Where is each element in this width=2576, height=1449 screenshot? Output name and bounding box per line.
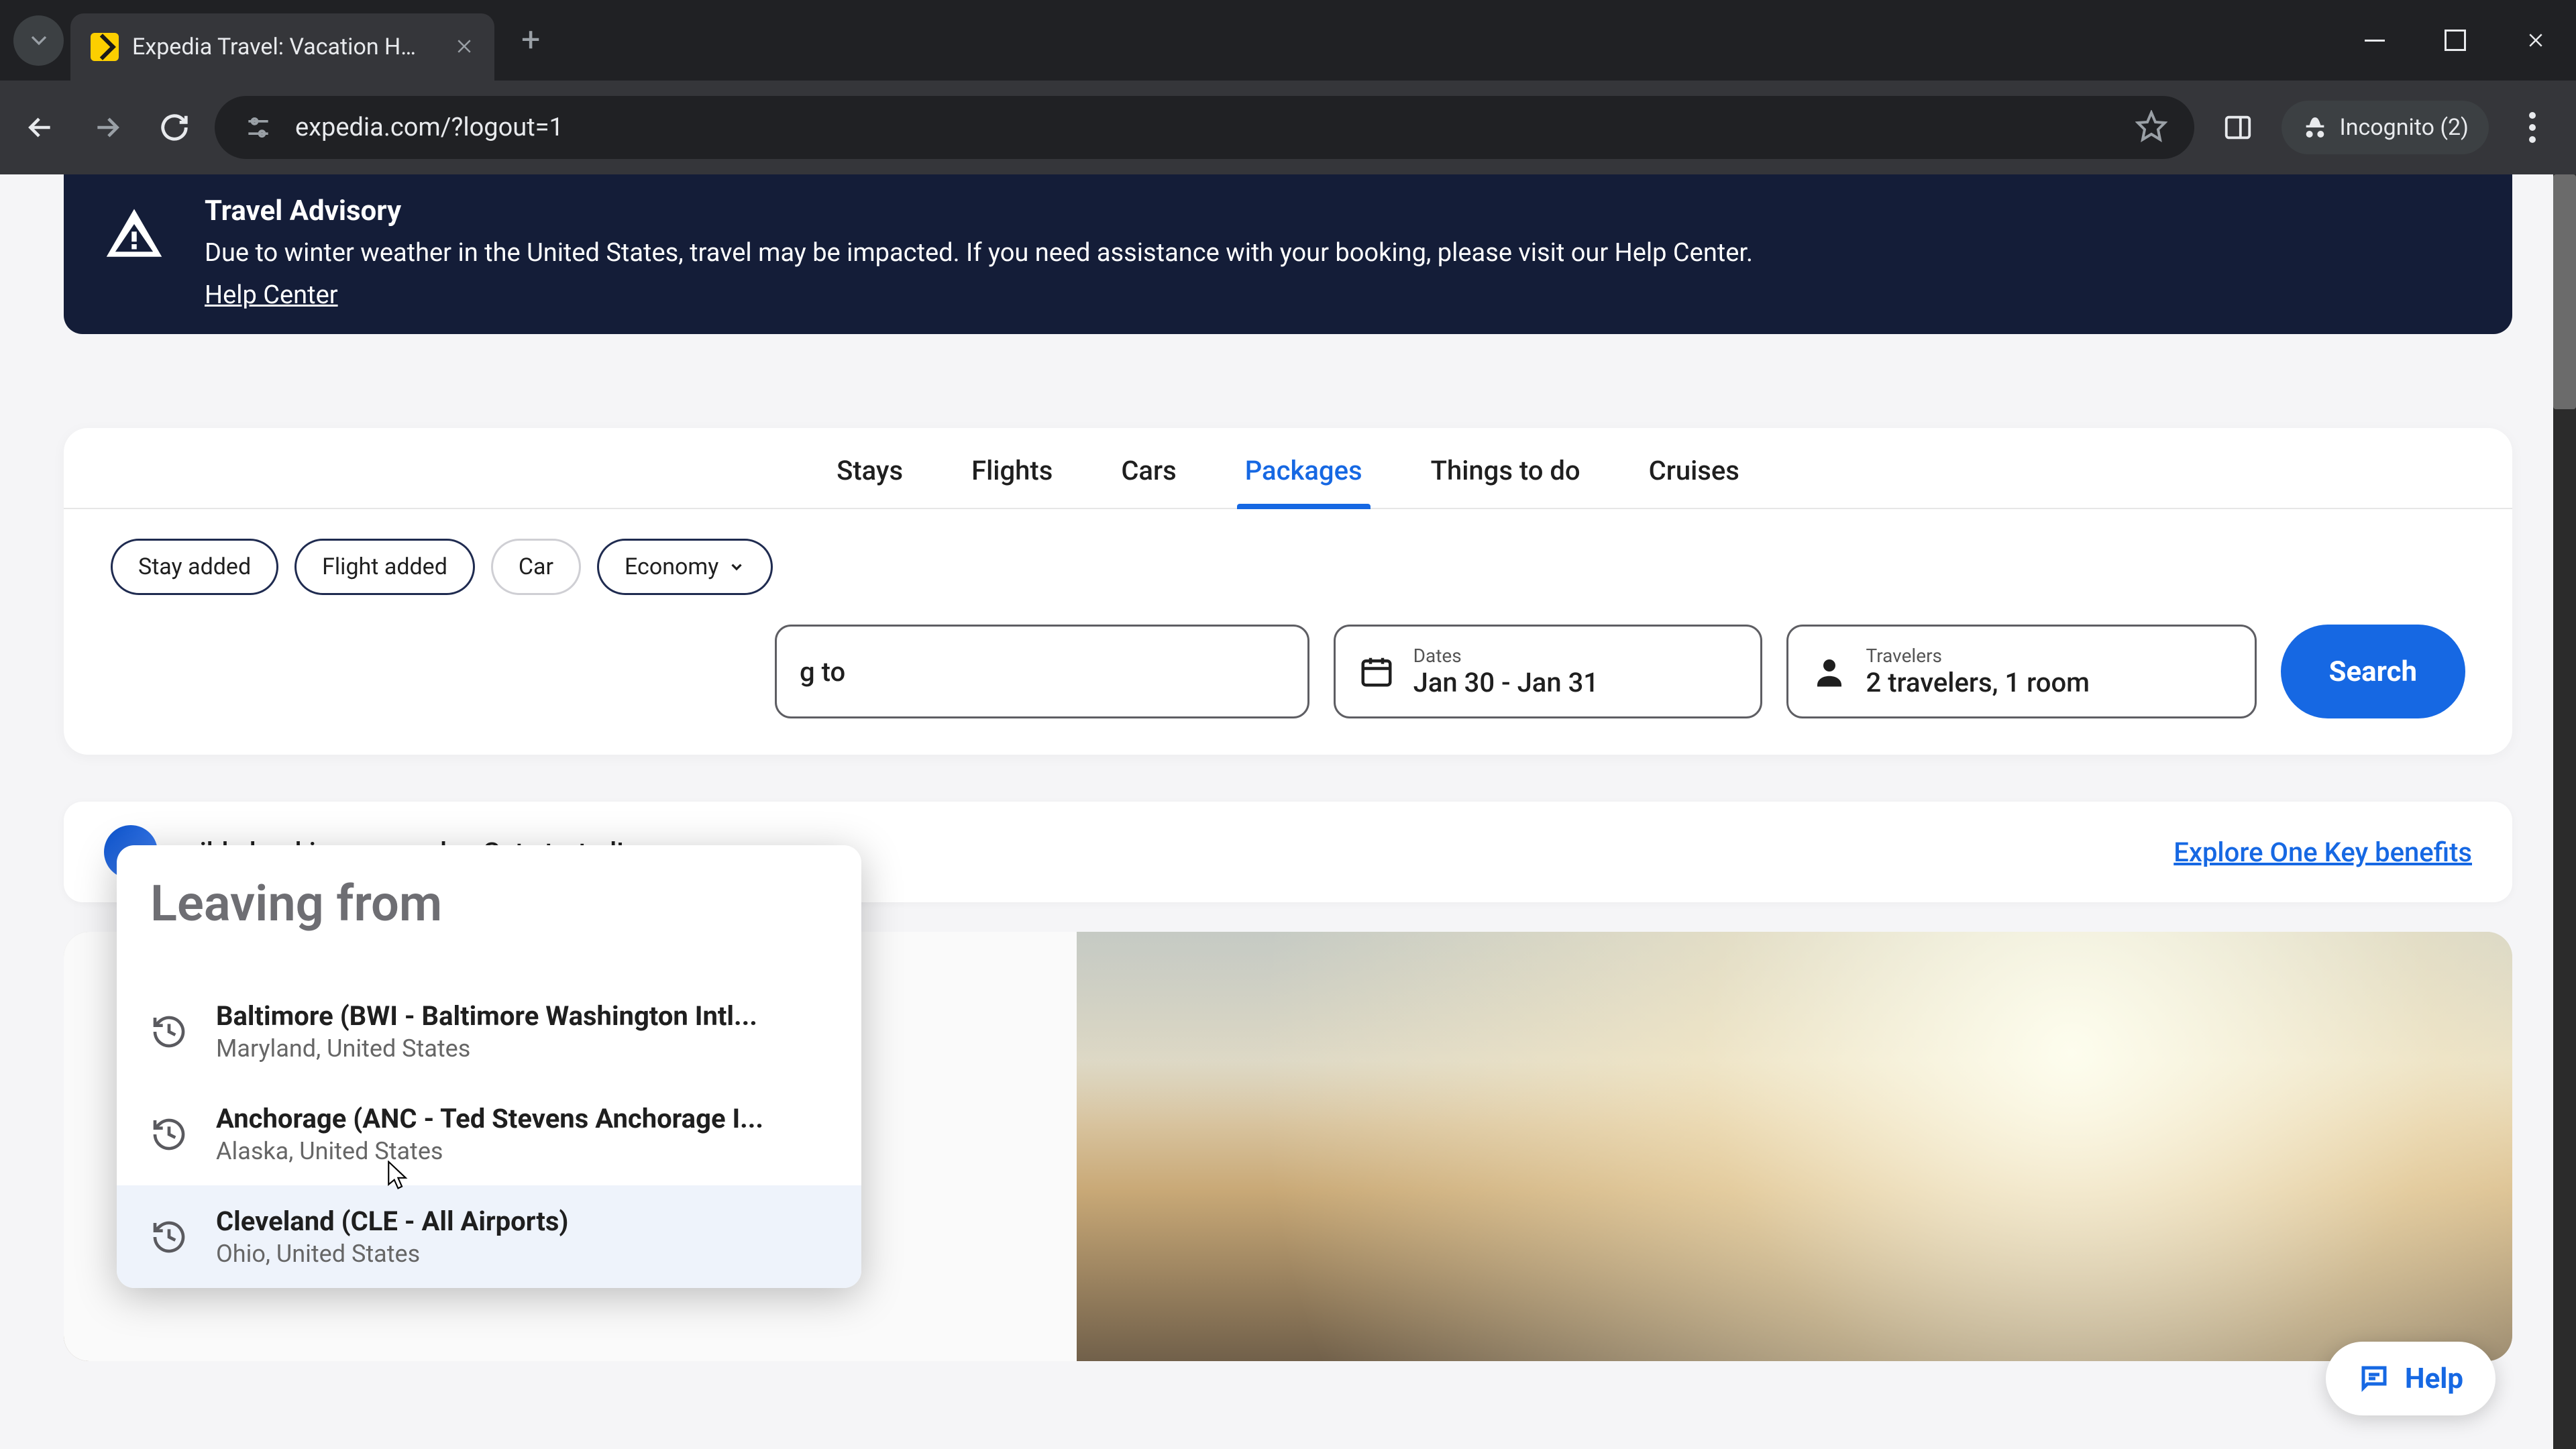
- search-fields-row: g to Dates Jan 30 - Jan 31 Travelers 2 t…: [64, 595, 2512, 718]
- kebab-icon: [2512, 112, 2553, 143]
- lob-tabs: Stays Flights Cars Packages Things to do…: [64, 428, 2512, 509]
- nav-forward-button[interactable]: [80, 101, 134, 154]
- package-option-pills: Stay added Flight added Car Economy: [64, 509, 2512, 595]
- pill-flight-added[interactable]: Flight added: [294, 539, 475, 595]
- tab-cruises[interactable]: Cruises: [1645, 428, 1743, 508]
- page-scrollbar[interactable]: [2553, 174, 2576, 1449]
- suggestion-secondary: Maryland, United States: [216, 1034, 757, 1063]
- url-text: expedia.com/?logout=1: [295, 113, 2115, 142]
- site-info-button[interactable]: [241, 111, 275, 144]
- leaving-from-dropdown: Baltimore (BWI - Baltimore Washington In…: [117, 845, 861, 1288]
- close-icon: [2526, 30, 2546, 50]
- suggestion-secondary: Ohio, United States: [216, 1240, 568, 1268]
- history-icon: [150, 1013, 188, 1051]
- expedia-favicon-icon: [91, 33, 119, 61]
- arrow-right-icon: [93, 113, 122, 142]
- browser-tab-active[interactable]: Expedia Travel: Vacation Homes: [70, 13, 494, 80]
- dates-value: Jan 30 - Jan 31: [1413, 667, 1599, 698]
- search-wizard: Stays Flights Cars Packages Things to do…: [64, 428, 2512, 755]
- browser-menu-button[interactable]: [2502, 97, 2563, 158]
- browser-tab-strip: Expedia Travel: Vacation Homes +: [0, 0, 2576, 80]
- travelers-value: 2 travelers, 1 room: [1866, 667, 2090, 698]
- calendar-icon: [1358, 653, 1395, 690]
- nav-back-button[interactable]: [13, 101, 67, 154]
- incognito-indicator[interactable]: Incognito (2): [2282, 101, 2489, 154]
- history-icon: [150, 1218, 188, 1256]
- suggestion-primary: Anchorage (ANC - Ted Stevens Anchorage I…: [216, 1103, 763, 1134]
- browser-toolbar: expedia.com/?logout=1 Incognito (2): [0, 80, 2576, 174]
- leaving-from-input[interactable]: [150, 875, 828, 933]
- going-to-partial-text: g to: [800, 656, 845, 688]
- arrow-left-icon: [25, 113, 55, 142]
- going-to-field[interactable]: g to: [775, 625, 1309, 718]
- tab-title: Expedia Travel: Vacation Homes: [132, 34, 427, 60]
- suggestion-baltimore[interactable]: Baltimore (BWI - Baltimore Washington In…: [117, 980, 861, 1083]
- dates-label: Dates: [1413, 645, 1599, 667]
- leaving-from-input-wrap[interactable]: [117, 845, 861, 980]
- star-icon: [2135, 110, 2167, 142]
- close-icon: [454, 36, 474, 56]
- advisory-heading: Travel Advisory: [205, 195, 1753, 227]
- bookmark-button[interactable]: [2135, 110, 2167, 145]
- help-label: Help: [2405, 1362, 2463, 1395]
- suggestion-secondary: Alaska, United States: [216, 1137, 763, 1165]
- dates-field[interactable]: Dates Jan 30 - Jan 31: [1334, 625, 1762, 718]
- new-tab-button[interactable]: +: [501, 21, 560, 60]
- mouse-cursor-icon: [386, 1161, 409, 1191]
- pill-economy[interactable]: Economy: [597, 539, 773, 595]
- reload-icon: [159, 112, 190, 143]
- tab-close-button[interactable]: [454, 32, 474, 63]
- tab-things-to-do[interactable]: Things to do: [1427, 428, 1585, 508]
- tab-flights[interactable]: Flights: [967, 428, 1057, 508]
- suggestion-primary: Cleveland (CLE - All Airports): [216, 1205, 568, 1237]
- tab-search-button[interactable]: [13, 15, 64, 66]
- travelers-field[interactable]: Travelers 2 travelers, 1 room: [1786, 625, 2257, 718]
- tab-stays[interactable]: Stays: [833, 428, 907, 508]
- travel-advisory-banner: Travel Advisory Due to winter weather in…: [64, 174, 2512, 334]
- scrollbar-thumb[interactable]: [2553, 174, 2576, 409]
- tab-packages[interactable]: Packages: [1241, 428, 1366, 508]
- chat-icon: [2358, 1362, 2390, 1395]
- one-key-benefits-link[interactable]: Explore One Key benefits: [2174, 837, 2472, 868]
- pill-economy-label: Economy: [625, 553, 718, 580]
- search-button[interactable]: Search: [2281, 625, 2465, 718]
- omnibox[interactable]: expedia.com/?logout=1: [215, 96, 2194, 159]
- window-maximize-button[interactable]: [2415, 13, 2496, 67]
- suggestion-primary: Baltimore (BWI - Baltimore Washington In…: [216, 1000, 757, 1032]
- help-widget[interactable]: Help: [2326, 1342, 2496, 1415]
- tune-icon: [244, 113, 273, 142]
- history-icon: [150, 1116, 188, 1153]
- incognito-icon: [2302, 114, 2328, 141]
- advisory-body: Due to winter weather in the United Stat…: [205, 235, 1753, 271]
- panel-icon: [2222, 112, 2253, 143]
- chevron-down-icon: [728, 558, 745, 576]
- suggestion-cleveland[interactable]: Cleveland (CLE - All Airports) Ohio, Uni…: [117, 1185, 861, 1288]
- incognito-label: Incognito (2): [2339, 114, 2469, 141]
- chevron-down-icon: [25, 27, 52, 54]
- window-close-button[interactable]: [2496, 13, 2576, 67]
- side-panel-button[interactable]: [2208, 97, 2268, 158]
- suggestion-anchorage[interactable]: Anchorage (ANC - Ted Stevens Anchorage I…: [117, 1083, 861, 1185]
- pill-stay-added[interactable]: Stay added: [111, 539, 278, 595]
- person-icon: [1811, 653, 1847, 690]
- nav-reload-button[interactable]: [148, 101, 201, 154]
- tab-cars[interactable]: Cars: [1117, 428, 1180, 508]
- pill-car[interactable]: Car: [491, 539, 581, 595]
- travelers-label: Travelers: [1866, 645, 2090, 667]
- advisory-help-link[interactable]: Help Center: [205, 280, 338, 310]
- page-viewport: Travel Advisory Due to winter weather in…: [0, 174, 2576, 1449]
- window-minimize-button[interactable]: [2334, 13, 2415, 67]
- warning-icon: [104, 204, 164, 264]
